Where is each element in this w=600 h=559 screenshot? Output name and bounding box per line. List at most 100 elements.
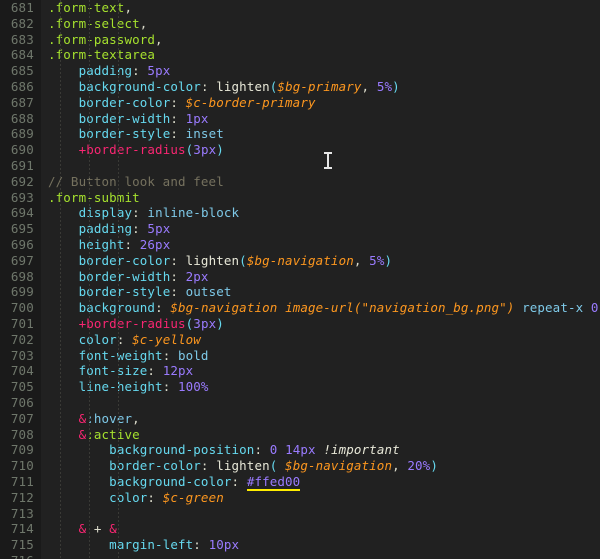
code-content-area[interactable]: .form-text, .form-select, .form-password,.…	[41, 0, 600, 559]
code-token: 3px	[193, 315, 217, 331]
code-token: $bg-navigation	[246, 252, 354, 268]
code-token: :	[124, 236, 140, 252]
code-line[interactable]	[48, 395, 600, 411]
code-line[interactable]: border-color: $c-border-primary	[48, 95, 600, 111]
line-number: 697	[10, 252, 34, 268]
code-token: .form-select	[48, 15, 140, 31]
code-token: 26px	[139, 236, 171, 252]
code-line[interactable]: & + &	[48, 521, 600, 537]
line-number: 704	[10, 363, 34, 379]
code-line[interactable]	[48, 506, 600, 522]
code-line[interactable]: background-color: lighten($bg-primary, 5…	[48, 79, 600, 95]
code-line-list[interactable]: .form-text, .form-select, .form-password,.…	[48, 0, 600, 559]
code-line[interactable]: font-weight: bold	[48, 348, 600, 364]
code-token: lighten	[185, 252, 240, 268]
code-token: &	[109, 521, 117, 537]
code-line[interactable]: border-width: 1px	[48, 111, 600, 127]
code-line[interactable]: display: inline-block	[48, 205, 600, 221]
code-token: :	[170, 110, 186, 126]
code-token: :	[170, 126, 186, 142]
code-token: repeat-x	[522, 300, 584, 316]
code-editor[interactable]: 681 682 683 684 685 686 687 688 689 690 691 692 693 6…	[0, 0, 600, 559]
line-number: 690	[10, 142, 34, 158]
code-line[interactable]: &:hover,	[48, 411, 600, 427]
code-line[interactable]: line-height: 100%	[48, 379, 600, 395]
code-line[interactable]: border-color: lighten($bg-navigation, 5%…	[48, 253, 600, 269]
code-token: 12px	[162, 363, 194, 379]
code-line[interactable]: color: $c-yellow	[48, 332, 600, 348]
code-line[interactable]: color: $c-green	[48, 490, 600, 506]
code-token: )	[216, 142, 224, 158]
code-token: font-weight	[78, 347, 163, 363]
code-token: .form-textarea	[48, 47, 156, 63]
code-line[interactable]: background-color: #ffed00	[48, 473, 600, 491]
code-line[interactable]: border-width: 2px	[48, 269, 600, 285]
code-token: 2px	[185, 268, 209, 284]
code-line[interactable]: +border-radius(3px)	[48, 316, 600, 332]
line-number: 684	[10, 47, 34, 63]
code-token: border-width	[78, 110, 171, 126]
line-number: 683	[10, 31, 34, 47]
code-token: :	[170, 284, 186, 300]
code-token: :	[132, 205, 148, 221]
code-line[interactable]: +border-radius(3px)	[48, 142, 600, 158]
code-token: :	[155, 300, 171, 316]
code-line[interactable]: background: $bg-navigation image-url("na…	[48, 300, 600, 316]
line-number: 695	[10, 221, 34, 237]
code-line[interactable]	[48, 158, 600, 174]
line-number: 715	[10, 537, 34, 553]
code-token: :	[200, 78, 217, 94]
code-line[interactable]	[48, 553, 600, 559]
code-line[interactable]: .form-textarea	[48, 47, 600, 63]
code-token: border-color	[109, 458, 201, 474]
code-token: ,	[124, 0, 133, 15]
code-line[interactable]: background-position: 0 14px !important	[48, 442, 600, 458]
code-token: outset	[185, 284, 232, 300]
code-token: margin-left	[109, 537, 194, 553]
code-token: :	[193, 537, 209, 553]
code-token: background	[78, 300, 156, 316]
code-token: 5%	[369, 252, 385, 268]
code-token: border-style	[78, 284, 171, 300]
line-number: 702	[10, 331, 34, 347]
line-number: 693	[10, 189, 34, 205]
code-token: // Button look and feel	[48, 173, 224, 189]
code-line[interactable]: padding: 5px	[48, 221, 600, 237]
line-number: 700	[10, 300, 34, 316]
code-line[interactable]: border-color: lighten( $bg-navigation, 2…	[48, 458, 600, 474]
code-line[interactable]: border-style: outset	[48, 284, 600, 300]
code-token: 14px	[285, 442, 316, 458]
code-line[interactable]: padding: 5px	[48, 63, 600, 79]
line-number: 691	[10, 157, 34, 173]
indent-guide	[89, 0, 90, 559]
code-token: .form-password	[48, 31, 156, 47]
code-line[interactable]: border-style: inset	[48, 126, 600, 142]
code-token: 5px	[147, 221, 171, 237]
code-line[interactable]: &:active	[48, 427, 600, 443]
code-token: 5%	[376, 78, 393, 94]
code-line[interactable]: height: 26px	[48, 237, 600, 253]
code-line[interactable]: .form-password,	[48, 32, 600, 48]
code-line[interactable]: margin-left: 10px	[48, 537, 600, 553]
code-line[interactable]: .form-select,	[48, 16, 600, 32]
code-token: .form-submit	[48, 189, 140, 205]
indent-guide	[60, 0, 61, 559]
code-token: bold	[178, 347, 209, 363]
code-line[interactable]: // Button look and feel	[48, 174, 600, 190]
code-token: lighten	[216, 458, 270, 474]
code-line[interactable]: font-size: 12px	[48, 363, 600, 379]
code-line[interactable]: .form-text,	[48, 0, 600, 16]
code-line[interactable]: .form-submit	[48, 190, 600, 206]
code-token: :	[162, 347, 178, 363]
